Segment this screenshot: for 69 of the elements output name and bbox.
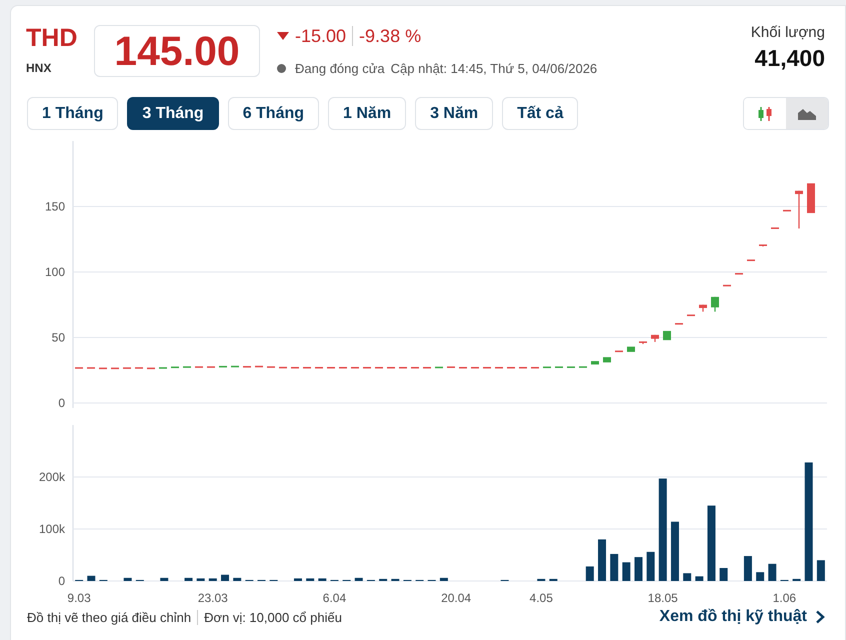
axis-label: 23.03 (198, 591, 228, 605)
volume-bar (586, 566, 594, 581)
volume-bar (683, 573, 692, 581)
axis-label: 20.04 (441, 591, 472, 605)
volume-bar (622, 562, 630, 581)
volume-bar (670, 522, 679, 581)
volume-bar (391, 578, 400, 581)
axis-label: 150 (44, 200, 65, 214)
volume-bar (354, 578, 363, 581)
stock-symbol: THD (26, 23, 78, 53)
status-dot-icon (277, 64, 286, 73)
volume-bar (610, 554, 618, 581)
volume-bar (646, 552, 655, 581)
volume-bar (768, 564, 776, 581)
axis-label: 18.05 (648, 591, 678, 605)
axis-label: 50 (52, 330, 65, 344)
volume-bar (124, 578, 132, 581)
footnote: Đơn vị: 10,000 cổ phiếu (197, 610, 342, 624)
volume-bar (695, 576, 704, 581)
volume-bar (792, 578, 801, 581)
candlestick-icon (756, 106, 774, 122)
exchange-label: HNX (26, 61, 52, 75)
price-change: -15.00 (295, 26, 346, 46)
axis-label: 6.04 (322, 591, 346, 605)
axis-label: 9.03 (67, 591, 91, 605)
volume-bar (440, 578, 448, 581)
range-tab[interactable]: 3 Tháng (127, 97, 219, 130)
volume-bar (598, 539, 606, 581)
axis-label: 1.06 (772, 591, 796, 605)
axis-label: 0 (58, 396, 65, 410)
range-tab[interactable]: 3 Năm (415, 97, 494, 130)
area-chart-icon (797, 106, 817, 120)
volume-bar (87, 576, 96, 581)
volume-bar (744, 556, 752, 581)
volume-bar (184, 578, 193, 581)
volume-bar (634, 557, 642, 581)
volume-bar (221, 574, 230, 581)
footnote: Đồ thị vẽ theo giá điều chỉnh (27, 610, 192, 624)
range-tab[interactable]: 1 Tháng (27, 97, 118, 130)
volume-bar (379, 578, 388, 581)
volume-value: 41,400 (754, 45, 825, 72)
update-time: Cập nhật: 14:45, Thứ 5, 04/06/2026 (390, 61, 598, 76)
volume-bar (318, 578, 326, 581)
volume-bar (720, 568, 728, 581)
volume-bar (816, 560, 825, 581)
chevron-right-icon (815, 610, 825, 624)
axis-label: 100k (38, 522, 65, 536)
volume-bar (306, 578, 314, 581)
volume-bar (756, 572, 764, 581)
area-chart-button[interactable] (786, 98, 828, 129)
axis-label: 4.05 (530, 591, 553, 605)
volume-bar (208, 578, 217, 581)
volume-bar (160, 578, 168, 581)
volume-bar (549, 578, 558, 581)
axis-label: 100 (44, 265, 65, 279)
percent-change: -9.38 % (359, 26, 422, 46)
volume-bar (196, 578, 205, 581)
price-display: 145.00 (94, 25, 260, 77)
volume-label: Khối lượng (750, 24, 825, 41)
axis-label: 200k (38, 470, 65, 484)
range-tab[interactable]: Tất cả (502, 97, 578, 130)
technical-chart-link[interactable]: Xem đồ thị kỹ thuật (659, 608, 825, 626)
axis-label: 0 (58, 574, 65, 588)
volume-bar (233, 578, 242, 581)
range-tab[interactable]: 6 Tháng (228, 97, 320, 130)
market-status: Đang đóng cửa (295, 61, 385, 76)
volume-bar (294, 578, 302, 581)
range-tab[interactable]: 1 Năm (328, 97, 406, 130)
volume-bar (537, 578, 546, 581)
